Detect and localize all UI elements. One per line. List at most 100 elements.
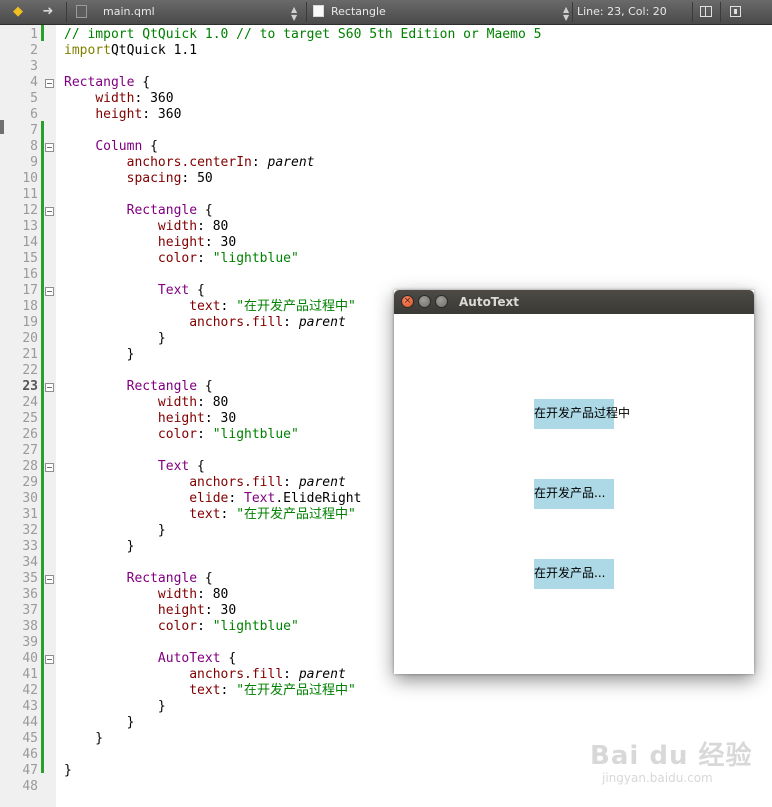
watermark-logo: Bai du 经验	[590, 741, 753, 771]
code-line[interactable]: 43 }	[0, 699, 772, 715]
code-text: }	[64, 523, 166, 539]
title-bar[interactable]: × AutoText	[394, 290, 754, 314]
fold-toggle-icon[interactable]	[45, 79, 54, 88]
code-token: color	[157, 427, 198, 442]
maximize-icon[interactable]	[435, 295, 448, 308]
code-token: :	[283, 315, 299, 330]
code-token: {	[134, 75, 151, 90]
code-token: : 80	[197, 395, 229, 410]
code-line[interactable]: 7	[0, 123, 772, 139]
forward-arrow-icon[interactable]: ➜	[38, 0, 58, 24]
code-text: anchors.centerIn: parent	[64, 155, 315, 171]
minimize-icon[interactable]	[418, 295, 431, 308]
code-token: Text	[157, 283, 190, 298]
symbol-combo[interactable]: Rectangle	[331, 0, 386, 24]
line-number: 48	[22, 779, 38, 794]
code-line[interactable]: 9 anchors.centerIn: parent	[0, 155, 772, 171]
fold-toggle-icon[interactable]	[45, 383, 54, 392]
app-client-area: 在开发产品过程中 在开发产品... 在开发产品...	[394, 314, 754, 674]
code-line[interactable]: 6 height: 360	[0, 107, 772, 123]
code-line[interactable]: 15 color: "lightblue"	[0, 251, 772, 267]
code-text: }	[64, 763, 72, 779]
autotext-rectangle: 在开发产品...	[534, 559, 614, 589]
code-text: height: 30	[64, 235, 236, 251]
close-document-icon[interactable]	[730, 6, 741, 17]
code-text: width: 80	[64, 219, 228, 235]
split-icon[interactable]	[700, 6, 712, 17]
line-number: 21	[22, 347, 38, 362]
code-line[interactable]: 42 text: "在开发产品过程中"	[0, 683, 772, 699]
code-token: anchors.fill	[189, 667, 284, 682]
code-line[interactable]: 5 width: 360	[0, 91, 772, 107]
line-number: 8	[30, 139, 38, 154]
code-token: Rectangle	[126, 203, 198, 218]
fold-toggle-icon[interactable]	[45, 287, 54, 296]
line-number: 26	[22, 427, 38, 442]
code-token: color	[157, 251, 198, 266]
fold-toggle-icon[interactable]	[45, 207, 54, 216]
code-line[interactable]: 8 Column {	[0, 139, 772, 155]
code-token: :	[251, 155, 268, 170]
line-number: 43	[22, 699, 38, 714]
code-line[interactable]: 12 Rectangle {	[0, 203, 772, 219]
code-line[interactable]: 11	[0, 187, 772, 203]
code-token: Rectangle	[126, 379, 198, 394]
code-token: : 30	[204, 235, 237, 250]
code-text: color: "lightblue"	[64, 619, 299, 635]
file-combo-arrows-icon[interactable]: ▲ ▼	[291, 6, 297, 22]
toolbar-separator	[66, 2, 67, 22]
fold-toggle-icon[interactable]	[45, 463, 54, 472]
symbol-combo-arrows-icon[interactable]: ▲ ▼	[563, 6, 569, 22]
code-token: Column	[95, 139, 143, 154]
code-line[interactable]: 44 }	[0, 715, 772, 731]
line-number: 33	[22, 539, 38, 554]
code-token: : 30	[204, 603, 237, 618]
code-line[interactable]: 4 Rectangle {	[0, 75, 772, 91]
code-token: height	[157, 603, 205, 618]
line-number: 37	[22, 603, 38, 618]
baidu-watermark: Bai du 经验 jingyan.baidu.com	[590, 735, 765, 795]
code-token: :	[220, 507, 237, 522]
code-line[interactable]: 2 importQtQuick 1.1	[0, 43, 772, 59]
code-line[interactable]: 1 // import QtQuick 1.0 // to target S60 …	[0, 27, 772, 43]
code-text: Rectangle {	[64, 379, 213, 395]
code-line[interactable]: 3	[0, 59, 772, 75]
code-line[interactable]: 16	[0, 267, 772, 283]
code-text: }	[64, 347, 135, 363]
line-number: 11	[22, 187, 38, 202]
fold-toggle-icon[interactable]	[45, 655, 54, 664]
code-token: :	[228, 491, 245, 506]
code-line[interactable]: 14 height: 30	[0, 235, 772, 251]
code-token: AutoText	[157, 651, 221, 666]
line-number: 45	[22, 731, 38, 746]
close-icon[interactable]: ×	[401, 295, 414, 308]
code-text: height: 30	[64, 411, 236, 427]
fold-toggle-icon[interactable]	[45, 575, 54, 584]
file-name-combo[interactable]: main.qml	[103, 0, 155, 24]
line-number: 31	[22, 507, 38, 522]
code-line[interactable]: 13 width: 80	[0, 219, 772, 235]
code-token: }	[64, 347, 135, 362]
fold-toggle-icon[interactable]	[45, 143, 54, 152]
line-number: 20	[22, 331, 38, 346]
code-line[interactable]: 10 spacing: 50	[0, 171, 772, 187]
back-arrow-icon[interactable]: ◆	[8, 0, 28, 24]
code-token: text	[189, 683, 221, 698]
toolbar-separator	[306, 2, 307, 22]
code-token: }	[64, 731, 104, 746]
code-token: height	[157, 235, 205, 250]
code-text: Text {	[64, 283, 205, 299]
code-token: :	[197, 619, 213, 634]
code-token: width	[157, 219, 198, 234]
code-text: spacing: 50	[64, 171, 213, 187]
